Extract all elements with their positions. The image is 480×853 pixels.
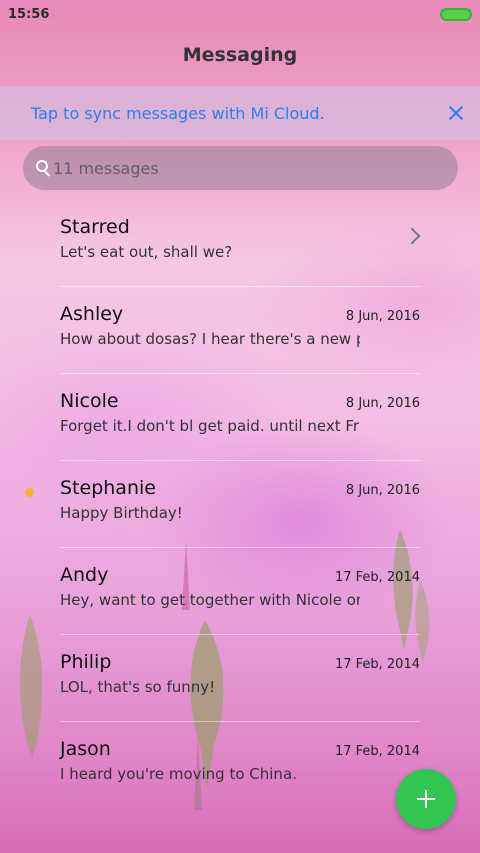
list-item[interactable]: Jason I heard you're moving to China. 17… [60,722,420,809]
unread-dot-icon [25,488,34,497]
list-item[interactable]: Andy Hey, want to get together with Nico… [60,548,420,635]
conversation-name: Nicole [60,390,119,412]
conversation-date: 17 Feb, 2014 [334,657,420,672]
conversation-list: Starred Let's eat out, shall we? Ashley … [0,200,480,809]
conversation-date: 8 Jun, 2016 [345,396,420,411]
list-item-starred[interactable]: Starred Let's eat out, shall we? [60,200,421,287]
conversation-snippet: I heard you're moving to China. [60,765,297,783]
list-item[interactable]: Ashley How about dosas? I hear there's a… [60,287,420,374]
conversation-name: Starred [60,216,130,238]
list-item[interactable]: Philip LOL, that's so funny! 17 Feb, 201… [60,635,420,722]
search-bar[interactable] [23,146,458,190]
conversation-name: Andy [60,564,109,586]
sync-banner[interactable]: Tap to sync messages with Mi Cloud. [0,86,480,140]
list-item[interactable]: Nicole Forget it.I don't bl get paid. un… [60,374,420,461]
close-icon[interactable] [446,103,466,123]
conversation-snippet: Forget it.I don't bl get paid. until nex… [60,417,360,435]
battery-icon [440,7,472,21]
conversation-date: 8 Jun, 2016 [345,309,420,324]
conversation-date: 17 Feb, 2014 [334,744,420,759]
conversation-name: Stephanie [60,477,156,499]
conversation-snippet: Let's eat out, shall we? [60,243,233,261]
chevron-right-icon [403,227,421,245]
status-time: 15:56 [8,6,50,22]
page-title: Messaging [182,44,298,66]
conversation-snippet: How about dosas? I hear there's a new p… [60,330,360,348]
conversation-name: Philip [60,651,112,673]
conversation-name: Jason [60,738,111,760]
status-bar: 15:56 [0,0,480,28]
conversation-date: 17 Feb, 2014 [334,570,420,585]
compose-button[interactable] [396,769,456,829]
conversation-snippet: LOL, that's so funny! [60,678,216,696]
conversation-snippet: Hey, want to get together with Nicole on… [60,591,360,609]
conversation-name: Ashley [60,303,124,325]
sync-banner-text[interactable]: Tap to sync messages with Mi Cloud. [31,104,325,123]
search-icon [35,160,51,177]
search-input[interactable] [53,158,433,178]
list-item[interactable]: Stephanie Happy Birthday! 8 Jun, 2016 [25,461,420,548]
conversation-snippet: Happy Birthday! [60,504,183,522]
conversation-date: 8 Jun, 2016 [345,483,420,498]
